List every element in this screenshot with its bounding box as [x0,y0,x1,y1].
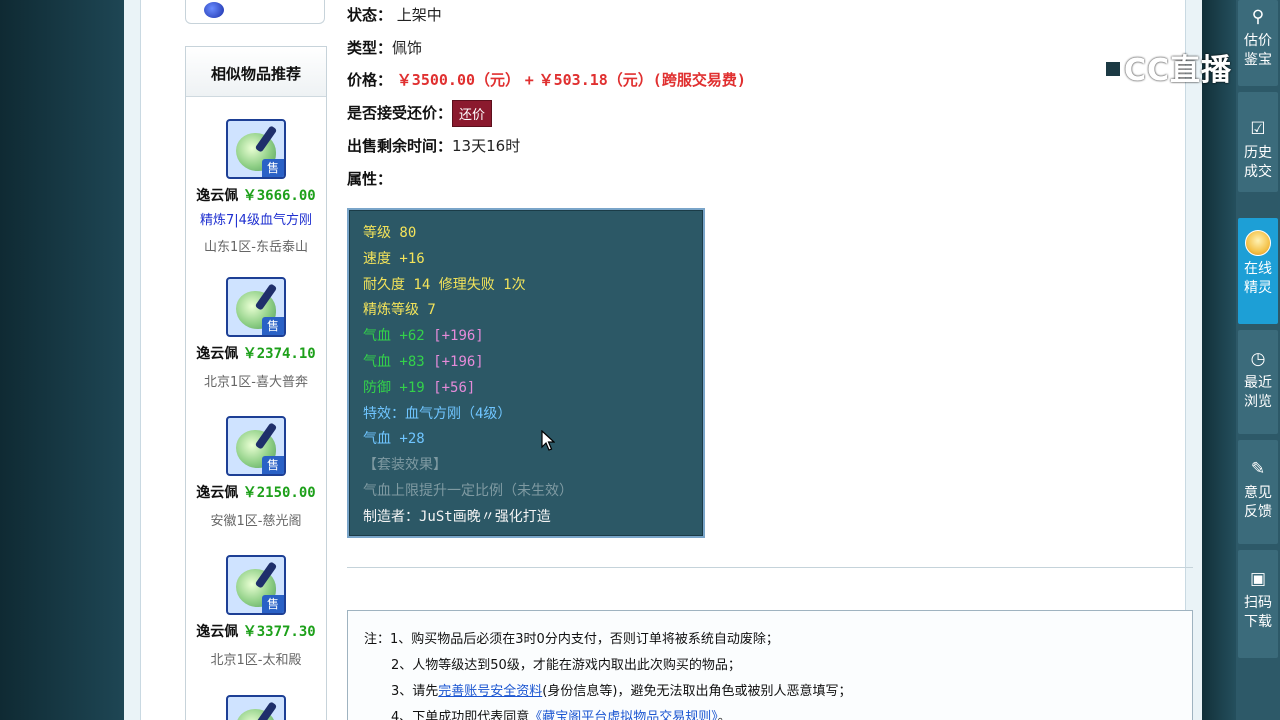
toolbar-recent[interactable]: ◷ 最近 浏览 [1238,330,1278,434]
toolbar-estimate[interactable]: ⚲ 估价 鉴宝 [1238,0,1278,86]
attr-maker: 制造者：JuSt画晚〃强化打造 [363,508,551,525]
similar-item-name[interactable]: 逸云佩 [196,188,238,204]
attr-hp-2: 气血 +83 [+196] [363,353,484,370]
pendant-icon[interactable]: 售 [226,119,286,179]
sell-badge: 售 [262,595,284,613]
cc-live-logo: CC直播 [1072,44,1232,90]
remaining-time-value: 13天16时 [452,137,521,155]
similar-item-price: ￥2150.00 [242,485,316,501]
background-left [0,0,124,720]
trade-rules-link[interactable]: 《藏宝阁平台虚拟物品交易规则》 [529,710,718,720]
similar-item-price: ￥3666.00 [242,188,316,204]
cross-server-fee: ￥503.18（元）(跨服交易费) [538,71,746,89]
scan-icon: ▣ [1249,569,1267,589]
attributes-box: 等级 80 速度 +16 耐久度 14 修理失败 1次 精炼等级 7 气血 +6… [347,208,705,538]
item-thumbnail[interactable] [185,0,325,24]
similar-item[interactable]: 售 逸云佩 ￥3666.00 精炼7|4级血气方刚 山东1区-东岳泰山 [186,119,326,255]
similar-item-server: 北京1区-太和殿 [210,653,302,668]
divider [347,567,1193,568]
similar-item-price: ￥3377.30 [242,624,316,640]
page-content: 相似物品推荐 售 逸云佩 ￥3666.00 精炼7|4级血气方刚 山东1区-东岳… [140,0,1193,720]
remaining-time-row: 出售剩余时间：13天16时 [347,135,520,156]
pendant-icon[interactable] [226,695,286,720]
similar-item-server: 山东1区-东岳泰山 [204,240,308,255]
pendant-icon[interactable]: 售 [226,277,286,337]
status-row: 状态： 上架中 [347,4,442,25]
search-icon: ⚲ [1251,7,1265,27]
price-row: 价格： ￥3500.00（元） + ￥503.18（元）(跨服交易费) [347,69,746,90]
cc-logo-icon [1072,44,1120,90]
mouse-cursor-icon [541,430,555,451]
attr-speed: 速度 +16 [363,250,425,267]
type-label: 类型： [347,39,393,57]
price-label: 价格： [347,71,393,89]
note-3: 3、请先完善账号安全资料(身份信息等)，避免无法取出角色或被别人恶意填写； [391,684,852,699]
price-value: ￥3500.00（元） [396,71,521,89]
page: 相似物品推荐 售 逸云佩 ￥3666.00 精炼7|4级血气方刚 山东1区-东岳… [124,0,1202,720]
account-security-link[interactable]: 完善账号安全资料 [438,684,542,699]
attributes-label: 属性： [347,170,393,188]
attr-set-desc: 气血上限提升一定比例（未生效） [363,482,573,499]
attr-durability: 耐久度 14 修理失败 1次 [363,276,526,293]
similar-items-title: 相似物品推荐 [186,47,326,97]
sell-badge: 售 [262,317,284,335]
similar-item-server: 北京1区-喜大普奔 [204,375,308,390]
similar-item-name[interactable]: 逸云佩 [196,346,238,362]
type-value: 佩饰 [392,39,423,57]
pendant-icon[interactable]: 售 [226,416,286,476]
check-icon: ☑ [1250,119,1266,139]
attr-set-title: 【套装效果】 [363,457,447,474]
note-2: 2、人物等级达到50级，才能在游戏内取出此次购买的物品； [391,658,741,673]
similar-items-panel: 相似物品推荐 售 逸云佩 ￥3666.00 精炼7|4级血气方刚 山东1区-东岳… [185,46,327,720]
status-label: 状态： [347,6,393,24]
attr-level: 等级 80 [363,225,417,241]
item-icon [204,2,224,18]
attr-hp-3: 气血 +28 [363,431,425,448]
type-row: 类型：佩饰 [347,37,422,58]
remaining-time-label: 出售剩余时间： [347,137,453,155]
note-1: 注：1、购买物品后必须在3时0分内支付，否则订单将被系统自动废除； [364,632,779,647]
toolbar-feedback[interactable]: ✎ 意见 反馈 [1238,440,1278,544]
avatar-icon [1245,230,1271,256]
price-plus: + [524,71,534,89]
similar-item[interactable]: 售 逸云佩 ￥2150.00 安徽1区-慈光阁 [186,416,326,529]
similar-item[interactable] [186,695,326,720]
similar-item-price: ￥2374.10 [242,346,316,362]
counter-offer-row: 是否接受还价： 还价 [347,100,493,127]
attr-refine: 精炼等级 7 [363,302,436,319]
counter-offer-button[interactable]: 还价 [452,100,493,127]
attr-defense: 防御 +19 [+56] [363,379,476,396]
clock-icon: ◷ [1250,349,1266,369]
similar-item-name[interactable]: 逸云佩 [196,624,238,640]
similar-item[interactable]: 售 逸云佩 ￥2374.10 北京1区-喜大普奔 [186,277,326,390]
attr-special-effect: 特效：血气方刚（4级） [363,405,512,422]
background-right [1202,0,1236,720]
purchase-notes: 注：1、购买物品后必须在3时0分内支付，否则订单将被系统自动废除； 2、人物等级… [347,610,1193,720]
toolbar-online-assistant[interactable]: 在线 精灵 [1238,218,1278,324]
similar-item-desc: 精炼7|4级血气方刚 [200,213,312,228]
toolbar-scan[interactable]: ▣ 扫码 下载 [1238,550,1278,658]
right-toolbar: ⚲ 估价 鉴宝 ☑ 历史 成交 在线 精灵 ◷ 最近 浏览 ✎ 意见 反馈 ▣ … [1236,0,1280,720]
pendant-icon[interactable]: 售 [226,555,286,615]
counter-offer-label: 是否接受还价： [347,104,453,122]
note-4: 4、下单成功即代表同意《藏宝阁平台虚拟物品交易规则》。 [364,705,1176,720]
similar-item-name[interactable]: 逸云佩 [196,485,238,501]
similar-item[interactable]: 售 逸云佩 ￥3377.30 北京1区-太和殿 [186,555,326,668]
attr-hp-1: 气血 +62 [+196] [363,328,484,345]
sell-badge: 售 [262,159,284,177]
similar-item-server: 安徽1区-慈光阁 [210,514,302,529]
status-value: 上架中 [396,6,442,24]
edit-icon: ✎ [1250,459,1266,479]
sell-badge: 售 [262,456,284,474]
toolbar-history[interactable]: ☑ 历史 成交 [1238,92,1278,192]
